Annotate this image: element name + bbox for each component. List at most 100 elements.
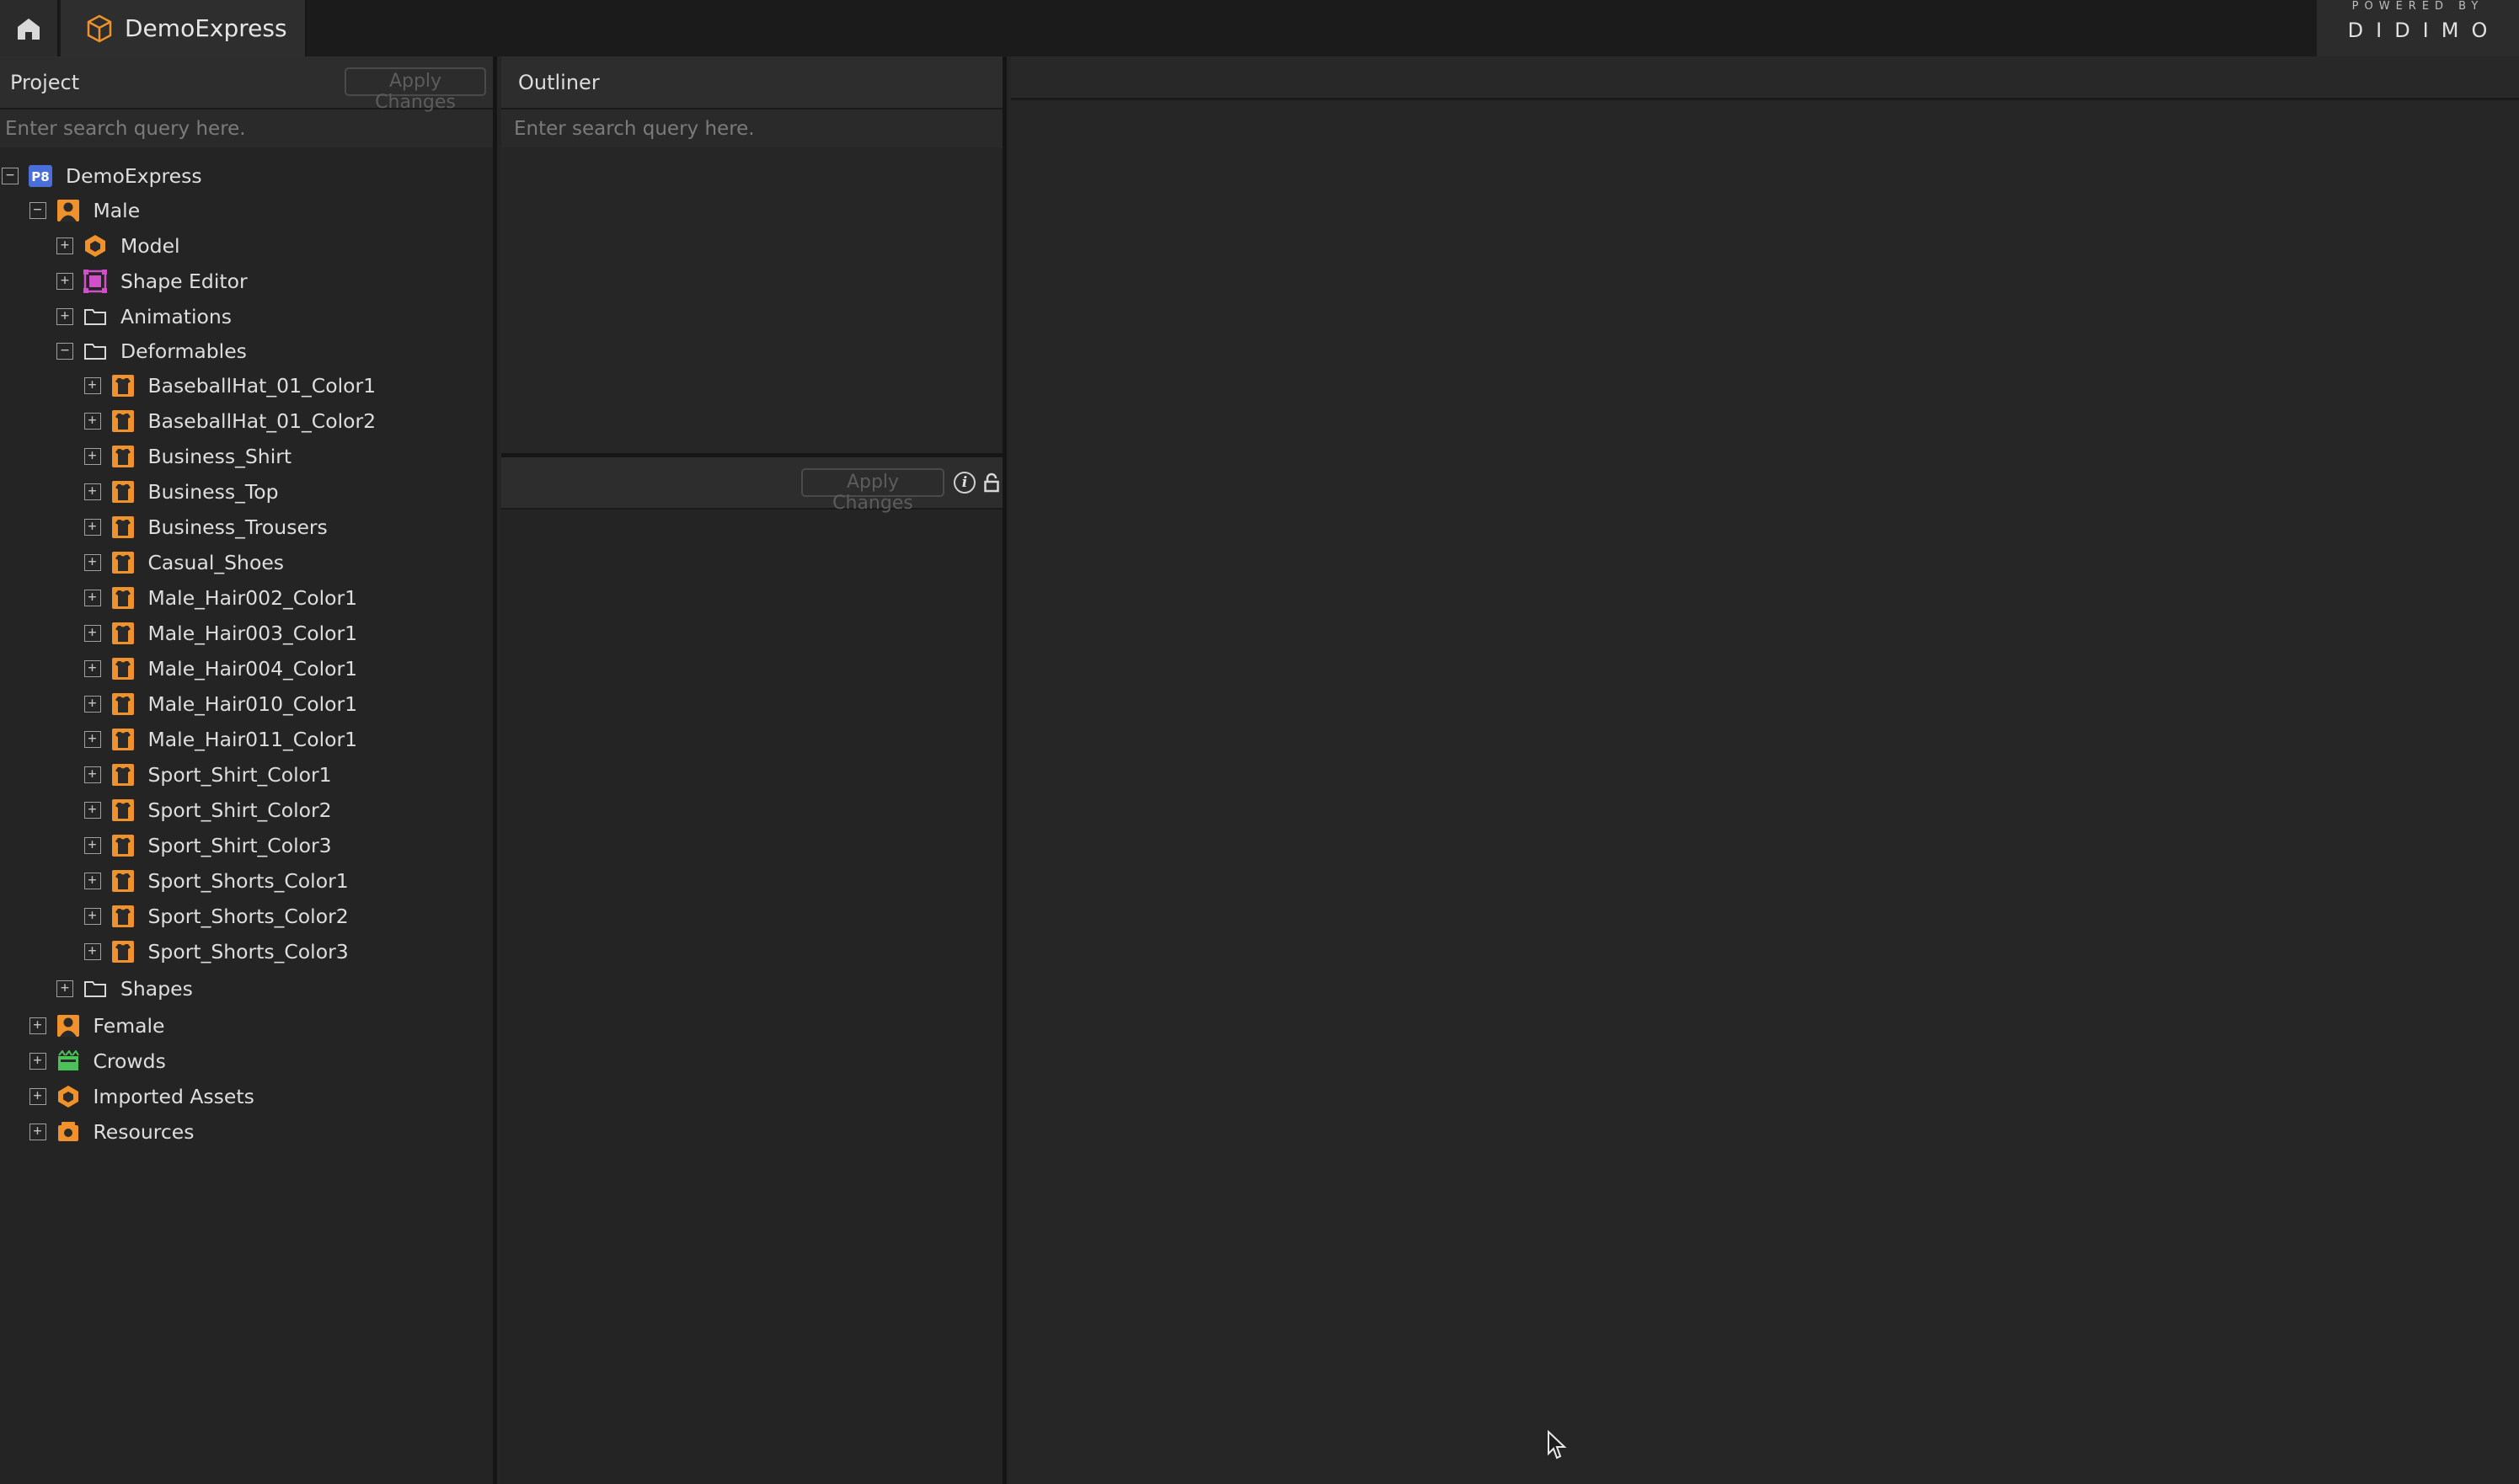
project-apply-changes-button[interactable]: Apply Changes: [345, 67, 486, 113]
tree-item-sport-shirt-color2[interactable]: + Sport_Shirt_Color2: [0, 793, 332, 827]
expand-icon[interactable]: +: [83, 413, 101, 430]
tree-item-male-hair003-color1[interactable]: + Male_Hair003_Color1: [0, 617, 357, 650]
app-tab-demoexpress[interactable]: DemoExpress: [61, 0, 307, 56]
collapse-icon[interactable]: −: [56, 343, 73, 360]
expand-icon[interactable]: +: [56, 238, 73, 254]
tree-item-baseballhat-01-color1[interactable]: + BaseballHat_01_Color1: [0, 369, 376, 403]
expand-icon[interactable]: +: [56, 308, 73, 325]
tree-item-label: Model: [120, 234, 180, 258]
tree-item-business-top[interactable]: + Business_Top: [0, 475, 279, 509]
tree-item-male-hair010-color1[interactable]: + Male_Hair010_Color1: [0, 687, 357, 721]
expand-icon[interactable]: +: [83, 731, 101, 748]
tree-item-female[interactable]: + Female: [0, 1009, 164, 1043]
garment-icon: [111, 692, 135, 716]
folder-icon: [83, 977, 107, 1001]
garment-icon: [111, 445, 135, 468]
tree-item-label: Casual_Shoes: [147, 551, 285, 574]
tree-item-animations[interactable]: + Animations: [0, 300, 232, 334]
tree-item-label: Business_Top: [147, 480, 279, 504]
person-icon: [56, 199, 80, 222]
tree-item-label: Sport_Shorts_Color2: [147, 905, 349, 928]
brand-logo: POWERED BY DIDIMO: [2317, 0, 2519, 56]
viewport-header: [1011, 56, 2519, 100]
expand-icon[interactable]: +: [83, 873, 101, 889]
shape-editor-icon: [83, 270, 107, 293]
garment-icon: [111, 905, 135, 928]
brand-powered-text: POWERED BY: [2351, 0, 2484, 13]
cube-icon: [87, 14, 112, 42]
tree-item-male-hair011-color1[interactable]: + Male_Hair011_Color1: [0, 723, 357, 756]
tree-item-label: Animations: [120, 305, 233, 328]
expand-icon[interactable]: +: [83, 448, 101, 465]
home-icon: [18, 18, 40, 40]
expand-icon[interactable]: +: [83, 766, 101, 783]
expand-icon[interactable]: +: [83, 554, 101, 571]
tree-item-shapes[interactable]: + Shapes: [0, 972, 193, 1006]
tree-item-label: BaseballHat_01_Color1: [147, 374, 377, 398]
tree-item-business-shirt[interactable]: + Business_Shirt: [0, 440, 291, 473]
home-button[interactable]: [0, 0, 59, 56]
expand-icon[interactable]: +: [83, 908, 101, 925]
tree-item-label: Imported Assets: [93, 1085, 254, 1108]
model-icon: [83, 234, 107, 258]
garment-icon: [111, 374, 135, 398]
expand-icon[interactable]: +: [83, 625, 101, 642]
tree-item-deformables[interactable]: − Deformables: [0, 334, 247, 368]
expand-icon[interactable]: +: [56, 980, 73, 997]
expand-icon[interactable]: +: [83, 943, 101, 960]
expand-icon[interactable]: +: [83, 377, 101, 394]
garment-icon: [111, 763, 135, 787]
tree-item-male[interactable]: − Male: [0, 194, 140, 227]
expand-icon[interactable]: +: [29, 1053, 46, 1070]
expand-icon[interactable]: +: [83, 837, 101, 854]
expand-icon[interactable]: +: [83, 519, 101, 536]
tree-item-business-trousers[interactable]: + Business_Trousers: [0, 510, 328, 544]
tree-item-sport-shirt-color1[interactable]: + Sport_Shirt_Color1: [0, 758, 332, 792]
expand-icon[interactable]: +: [29, 1088, 46, 1105]
tree-item-demoexpress[interactable]: − P8 DemoExpress: [0, 159, 202, 193]
expand-icon[interactable]: +: [83, 660, 101, 677]
outliner-search-input[interactable]: [514, 117, 1003, 140]
tree-item-baseballhat-01-color2[interactable]: + BaseballHat_01_Color2: [0, 404, 376, 438]
tree-item-label: Sport_Shirt_Color2: [147, 798, 332, 822]
tree-item-label: Male_Hair011_Color1: [147, 728, 358, 751]
expand-icon[interactable]: +: [83, 802, 101, 819]
project-search-input[interactable]: [5, 117, 493, 140]
tree-item-label: BaseballHat_01_Color2: [147, 409, 377, 433]
resources-icon: [56, 1120, 80, 1144]
tree-item-label: Sport_Shirt_Color3: [147, 834, 332, 857]
tree-item-male-hair004-color1[interactable]: + Male_Hair004_Color1: [0, 652, 357, 686]
expand-icon[interactable]: +: [83, 483, 101, 500]
tree-item-shape-editor[interactable]: + Shape Editor: [0, 264, 248, 298]
tree-item-label: Female: [93, 1014, 165, 1038]
tree-item-label: Male_Hair002_Color1: [147, 586, 358, 610]
tree-item-label: Male_Hair003_Color1: [147, 622, 358, 645]
lock-icon[interactable]: [983, 472, 1000, 493]
expand-icon[interactable]: +: [29, 1124, 46, 1140]
tree-item-sport-shirt-color3[interactable]: + Sport_Shirt_Color3: [0, 829, 332, 862]
collapse-icon[interactable]: −: [29, 202, 46, 219]
tree-item-label: Sport_Shorts_Color1: [147, 869, 349, 893]
tree-item-sport-shorts-color2[interactable]: + Sport_Shorts_Color2: [0, 899, 349, 933]
tree-item-crowds[interactable]: + Crowds: [0, 1044, 166, 1078]
tree-item-sport-shorts-color3[interactable]: + Sport_Shorts_Color3: [0, 935, 349, 969]
tree-item-resources[interactable]: + Resources: [0, 1115, 195, 1149]
tree-item-model[interactable]: + Model: [0, 229, 180, 263]
tree-item-label: Resources: [93, 1120, 195, 1144]
expand-icon[interactable]: +: [83, 696, 101, 713]
expand-icon[interactable]: +: [56, 273, 73, 290]
tree-item-sport-shorts-color1[interactable]: + Sport_Shorts_Color1: [0, 864, 349, 898]
tree-item-imported-assets[interactable]: + Imported Assets: [0, 1080, 254, 1113]
tree-item-label: Deformables: [120, 339, 247, 363]
tree-item-male-hair002-color1[interactable]: + Male_Hair002_Color1: [0, 581, 357, 615]
collapse-icon[interactable]: −: [2, 168, 19, 184]
info-icon[interactable]: i: [954, 472, 976, 494]
project-search: [0, 109, 493, 147]
garment-icon: [111, 515, 135, 539]
tree-item-label: Male_Hair010_Color1: [147, 692, 358, 716]
properties-apply-changes-button[interactable]: Apply Changes: [801, 468, 944, 514]
expand-icon[interactable]: +: [83, 590, 101, 606]
expand-icon[interactable]: +: [29, 1017, 46, 1034]
project-panel: Project Apply Changes −P8DemoExpress−Mal…: [0, 56, 497, 1484]
tree-item-casual-shoes[interactable]: + Casual_Shoes: [0, 546, 284, 579]
